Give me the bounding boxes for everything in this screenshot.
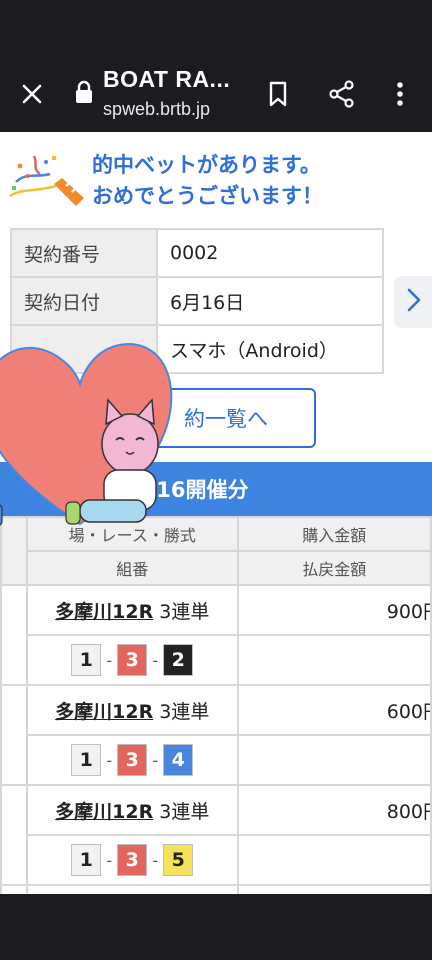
contract-value: 0002 bbox=[156, 228, 384, 278]
header-purchase: 購入金額 bbox=[236, 516, 432, 552]
bet-type: 3連単 bbox=[159, 600, 210, 623]
congrats-line-2: おめでとうございます！ bbox=[92, 184, 323, 208]
header-combo: 組番 bbox=[25, 550, 239, 586]
boat-number: 5 bbox=[163, 844, 194, 876]
contract-label: 契約日付 bbox=[10, 276, 158, 326]
combo-cell: 1-3-4 bbox=[25, 734, 239, 786]
contract-row: 契約番号 0002 bbox=[10, 228, 384, 278]
header-payout: 払戻金額 bbox=[236, 550, 432, 586]
boat-number: 1 bbox=[71, 844, 102, 876]
more-vert-icon[interactable] bbox=[380, 74, 420, 114]
bookmark-icon[interactable] bbox=[258, 74, 298, 114]
separator: - bbox=[152, 750, 159, 770]
boat-number: 3 bbox=[117, 644, 148, 676]
next-contract-button[interactable] bbox=[394, 276, 432, 328]
row-spacer bbox=[236, 884, 432, 894]
url-text[interactable]: spweb.brtb.jp bbox=[103, 99, 210, 120]
separator: - bbox=[106, 650, 113, 670]
row-spacer bbox=[0, 584, 28, 686]
payout-cell: - bbox=[236, 634, 432, 686]
congrats-line-1: 的中ベットがあります。 bbox=[92, 153, 321, 177]
web-content: 的中ベットがあります。 おめでとうございます！ 契約番号 0002 契約日付 6… bbox=[0, 132, 432, 894]
combo-cell: 1-3-5 bbox=[25, 834, 239, 886]
separator: - bbox=[152, 850, 159, 870]
boat-number: 1 bbox=[71, 644, 102, 676]
table-row: 多摩川12R 3連単 600円 bbox=[0, 684, 432, 786]
contract-list-button-label: 約一覧へ bbox=[184, 407, 268, 431]
table-row: 1-3-2 - bbox=[1, 634, 432, 686]
boat-number: 2 bbox=[163, 644, 194, 676]
contract-label: 契約番号 bbox=[10, 228, 158, 278]
row-spacer bbox=[0, 684, 28, 786]
table-header-row: 組番 払戻金額 bbox=[1, 550, 432, 586]
chevron-right-icon bbox=[406, 287, 422, 317]
combo-cell: 1-3-2 bbox=[25, 634, 239, 686]
bet-type: 3連単 bbox=[159, 800, 210, 823]
boat-number: 3 bbox=[117, 744, 148, 776]
table-row: 1-3-4 - bbox=[1, 734, 432, 786]
race-cell: 多摩川12R 3連単 bbox=[25, 684, 239, 736]
table-row: 多摩川12R 3連単 900円 bbox=[0, 584, 432, 686]
screen: BOAT RA... spweb.brtb.jp 的中ベットがあります。 おめで… bbox=[0, 0, 432, 960]
race-link[interactable]: 多摩川12R bbox=[55, 601, 153, 623]
race-link[interactable]: 多摩川12R bbox=[55, 701, 153, 723]
table-row bbox=[0, 884, 432, 894]
browser-toolbar: BOAT RA... spweb.brtb.jp bbox=[0, 56, 432, 132]
table-row: 1-3-5 - bbox=[1, 834, 432, 886]
row-spacer bbox=[0, 884, 28, 894]
boat-number: 4 bbox=[163, 744, 194, 776]
row-spacer bbox=[0, 784, 28, 886]
purchase-amount: 600円 bbox=[386, 700, 429, 723]
page-title[interactable]: BOAT RA... bbox=[103, 66, 230, 93]
separator: - bbox=[152, 650, 159, 670]
contract-row: 契約日付 6月16日 bbox=[10, 276, 384, 326]
congrats-message: 的中ベットがあります。 おめでとうございます！ bbox=[92, 150, 323, 212]
purchase-cell: 800円 bbox=[236, 784, 432, 836]
purchase-cell: 600円 bbox=[236, 684, 432, 736]
contract-value: スマホ（Android） bbox=[156, 324, 384, 374]
share-icon[interactable] bbox=[322, 74, 362, 114]
race-cell: 多摩川12R 3連単 bbox=[25, 584, 239, 636]
status-bar bbox=[0, 0, 432, 56]
bet-table: 場・レース・勝式 購入金額 組番 払戻金額 多摩川12R 3連単 900円 1-… bbox=[0, 516, 432, 894]
race-link[interactable]: 多摩川12R bbox=[55, 801, 153, 823]
purchase-amount: 900円 bbox=[386, 600, 429, 623]
navigation-bar bbox=[0, 894, 432, 960]
heart-cat-mascot bbox=[0, 324, 180, 534]
row-spacer bbox=[25, 884, 239, 894]
payout-cell: - bbox=[236, 734, 432, 786]
boat-number: 3 bbox=[117, 844, 148, 876]
lock-icon bbox=[74, 80, 94, 104]
separator: - bbox=[106, 850, 113, 870]
payout-cell: - bbox=[236, 834, 432, 886]
boat-number: 1 bbox=[71, 744, 102, 776]
contract-value: 6月16日 bbox=[156, 276, 384, 326]
race-cell: 多摩川12R 3連単 bbox=[25, 784, 239, 836]
bet-type: 3連単 bbox=[159, 700, 210, 723]
party-popper-icon bbox=[6, 152, 86, 208]
close-icon[interactable] bbox=[14, 76, 50, 112]
purchase-amount: 800円 bbox=[386, 800, 429, 823]
table-row: 多摩川12R 3連単 800円 bbox=[0, 784, 432, 886]
separator: - bbox=[106, 750, 113, 770]
purchase-cell: 900円 bbox=[236, 584, 432, 636]
